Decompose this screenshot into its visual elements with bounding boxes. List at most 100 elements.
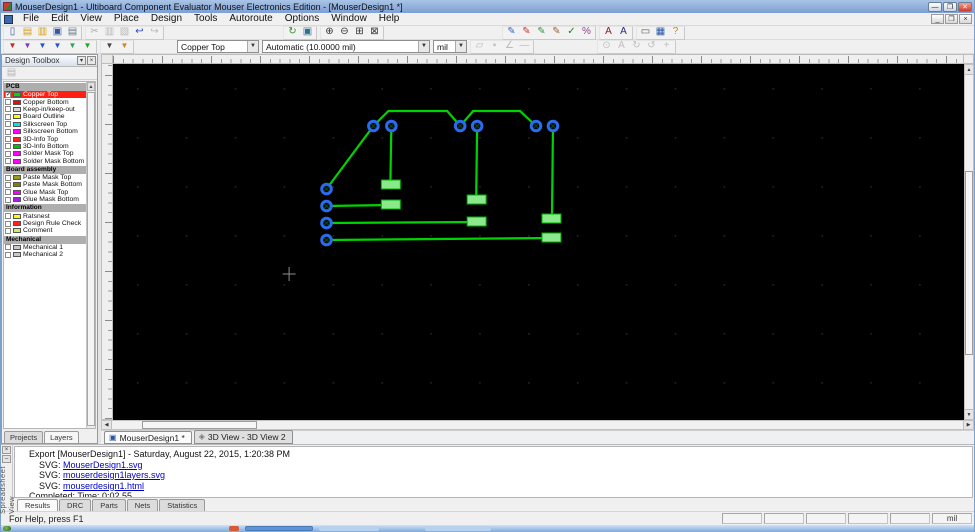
toolbox-scrollbar[interactable]: ▲ bbox=[86, 82, 95, 428]
paste-icon[interactable]: ▧ bbox=[117, 26, 132, 39]
scroll-up-icon[interactable]: ▲ bbox=[965, 65, 973, 75]
layer-row[interactable]: Board Outline bbox=[4, 113, 86, 120]
layer-checkbox[interactable] bbox=[5, 128, 11, 135]
menu-tools[interactable]: Tools bbox=[188, 13, 223, 25]
mdi-minimize-button[interactable]: _ bbox=[931, 14, 944, 24]
layer-checkbox[interactable] bbox=[5, 189, 11, 196]
wire-edit-icon[interactable]: ✎ bbox=[504, 26, 519, 39]
taskbar-icon[interactable] bbox=[229, 526, 239, 531]
layer-select-dropdown[interactable]: Copper Top ▼ bbox=[177, 40, 259, 53]
layer-row[interactable]: Solder Mask Bottom bbox=[4, 158, 86, 165]
layer-checkbox[interactable] bbox=[5, 174, 11, 181]
minimize-button[interactable]: — bbox=[928, 1, 942, 12]
layer-checkbox[interactable] bbox=[5, 251, 11, 258]
pan-icon[interactable]: + bbox=[659, 40, 674, 53]
layer-checkbox[interactable]: ✓ bbox=[5, 91, 11, 98]
start-button[interactable] bbox=[3, 526, 11, 531]
layer-row[interactable]: Design Rule Check bbox=[4, 220, 86, 227]
scroll-down-icon[interactable]: ▼ bbox=[965, 409, 973, 419]
layer-row[interactable]: Paste Mask Top bbox=[4, 174, 86, 181]
line-style-icon[interactable]: — bbox=[517, 40, 532, 53]
close-button[interactable]: ✕ bbox=[958, 1, 972, 12]
layer-row[interactable]: Ratsnest bbox=[4, 212, 86, 220]
smd-pad[interactable] bbox=[466, 194, 487, 205]
layer-checkbox[interactable] bbox=[5, 213, 11, 220]
mdi-close-button[interactable]: × bbox=[959, 14, 972, 24]
filter-text-icon[interactable]: ▼ bbox=[102, 40, 117, 53]
text-b-icon[interactable]: A bbox=[616, 26, 631, 39]
zoom-full-icon[interactable]: ⊠ bbox=[367, 26, 382, 39]
layer-row[interactable]: Comment bbox=[4, 227, 86, 234]
layer-row[interactable]: Glue Mask Bottom bbox=[4, 196, 86, 203]
doc-tab[interactable]: ▣ MouserDesign1 * bbox=[104, 431, 192, 444]
design-check-icon[interactable]: ✓ bbox=[564, 26, 579, 39]
filter-traces-icon[interactable]: ▼ bbox=[35, 40, 50, 53]
rotate-ccw-icon[interactable]: ↺ bbox=[644, 40, 659, 53]
panel-close-button[interactable]: × bbox=[87, 56, 96, 65]
layer-checkbox[interactable] bbox=[5, 106, 11, 113]
smd-pad[interactable] bbox=[380, 179, 401, 190]
undo-icon[interactable]: ↩ bbox=[132, 26, 147, 39]
trace-net-c[interactable] bbox=[475, 125, 479, 200]
scrollbar-thumb[interactable] bbox=[142, 421, 257, 429]
export-file-link[interactable]: mouserdesign1layers.svg bbox=[63, 470, 165, 480]
smd-pad[interactable] bbox=[466, 216, 487, 227]
redraw-icon[interactable]: ↻ bbox=[285, 26, 300, 39]
via-edit-icon[interactable]: ✎ bbox=[534, 26, 549, 39]
layer-row[interactable]: Silkscreen Top bbox=[4, 121, 86, 128]
find-text-icon[interactable]: A bbox=[614, 40, 629, 53]
cut-icon[interactable]: ✂ bbox=[87, 26, 102, 39]
restore-button[interactable]: ❐ bbox=[943, 1, 957, 12]
trace-width-dropdown[interactable]: Automatic (10.0000 mil) ▼ bbox=[262, 40, 430, 53]
rotate-cw-icon[interactable]: ↻ bbox=[629, 40, 644, 53]
help-icon[interactable]: ? bbox=[668, 26, 683, 39]
layer-row[interactable]: Mechanical 2 bbox=[4, 251, 86, 258]
layer-checkbox[interactable] bbox=[5, 196, 11, 203]
layer-checkbox[interactable] bbox=[5, 220, 11, 227]
scroll-left-icon[interactable]: ◀ bbox=[102, 421, 112, 429]
filter-vias-icon[interactable]: ▼ bbox=[50, 40, 65, 53]
panel-minimize-button[interactable]: ▾ bbox=[77, 56, 86, 65]
scroll-up-icon[interactable]: ▲ bbox=[87, 82, 95, 91]
sheet-tab-statistics[interactable]: Statistics bbox=[159, 499, 206, 511]
layer-row[interactable]: Copper Bottom bbox=[4, 98, 86, 106]
shape-icon[interactable]: ▭ bbox=[638, 26, 653, 39]
layer-checkbox[interactable] bbox=[5, 113, 11, 120]
filter-other-icon[interactable]: ▼ bbox=[117, 40, 132, 53]
trace-edit-icon[interactable]: ✎ bbox=[519, 26, 534, 39]
pcb-canvas[interactable] bbox=[113, 64, 964, 420]
filter-select-icon[interactable]: ▼ bbox=[5, 40, 20, 53]
sheet-tab-results[interactable]: Results bbox=[17, 499, 59, 511]
percent-icon[interactable]: % bbox=[579, 26, 594, 39]
full-screen-icon[interactable]: ▣ bbox=[300, 26, 315, 39]
layer-row[interactable]: Solder Mask Top bbox=[4, 150, 86, 157]
trace-net-d[interactable] bbox=[326, 220, 477, 225]
layer-checkbox[interactable] bbox=[5, 99, 11, 106]
menu-view[interactable]: View bbox=[74, 13, 108, 25]
scrollbar-thumb[interactable] bbox=[965, 171, 973, 356]
find-icon[interactable]: ⊙ bbox=[599, 40, 614, 53]
redo-icon[interactable]: ↪ bbox=[147, 26, 162, 39]
text-a-icon[interactable]: A bbox=[601, 26, 616, 39]
filter-layers-icon[interactable]: ▼ bbox=[80, 40, 95, 53]
toolbox-tab-projects[interactable]: Projects bbox=[4, 431, 44, 443]
filter-parts-icon[interactable]: ▼ bbox=[20, 40, 35, 53]
layer-row[interactable]: 3D-Info Top bbox=[4, 135, 86, 143]
layer-checkbox[interactable] bbox=[5, 150, 11, 157]
layer-checkbox[interactable] bbox=[5, 181, 11, 188]
canvas-horizontal-scrollbar[interactable]: ◀ ▶ bbox=[101, 420, 974, 430]
spreadsheet-close-button[interactable]: × bbox=[2, 446, 11, 454]
layer-row[interactable]: Paste Mask Bottom bbox=[4, 181, 86, 188]
menu-file[interactable]: File bbox=[17, 13, 45, 25]
canvas-vertical-scrollbar[interactable]: ▲ ▼ bbox=[964, 64, 974, 420]
place-part-icon[interactable]: ▱ bbox=[472, 40, 487, 53]
export-file-link[interactable]: MouserDesign1.svg bbox=[63, 460, 143, 470]
taskbar-window-active[interactable] bbox=[245, 526, 313, 531]
menu-options[interactable]: Options bbox=[279, 13, 325, 25]
smd-pad[interactable] bbox=[380, 199, 401, 210]
layer-checkbox[interactable] bbox=[5, 143, 11, 150]
mdi-restore-button[interactable]: ❒ bbox=[945, 14, 958, 24]
toolbox-tool-icon[interactable]: ▤ bbox=[4, 67, 19, 80]
scrollbar-thumb[interactable] bbox=[87, 92, 95, 426]
statistics-icon[interactable]: ▦ bbox=[653, 26, 668, 39]
